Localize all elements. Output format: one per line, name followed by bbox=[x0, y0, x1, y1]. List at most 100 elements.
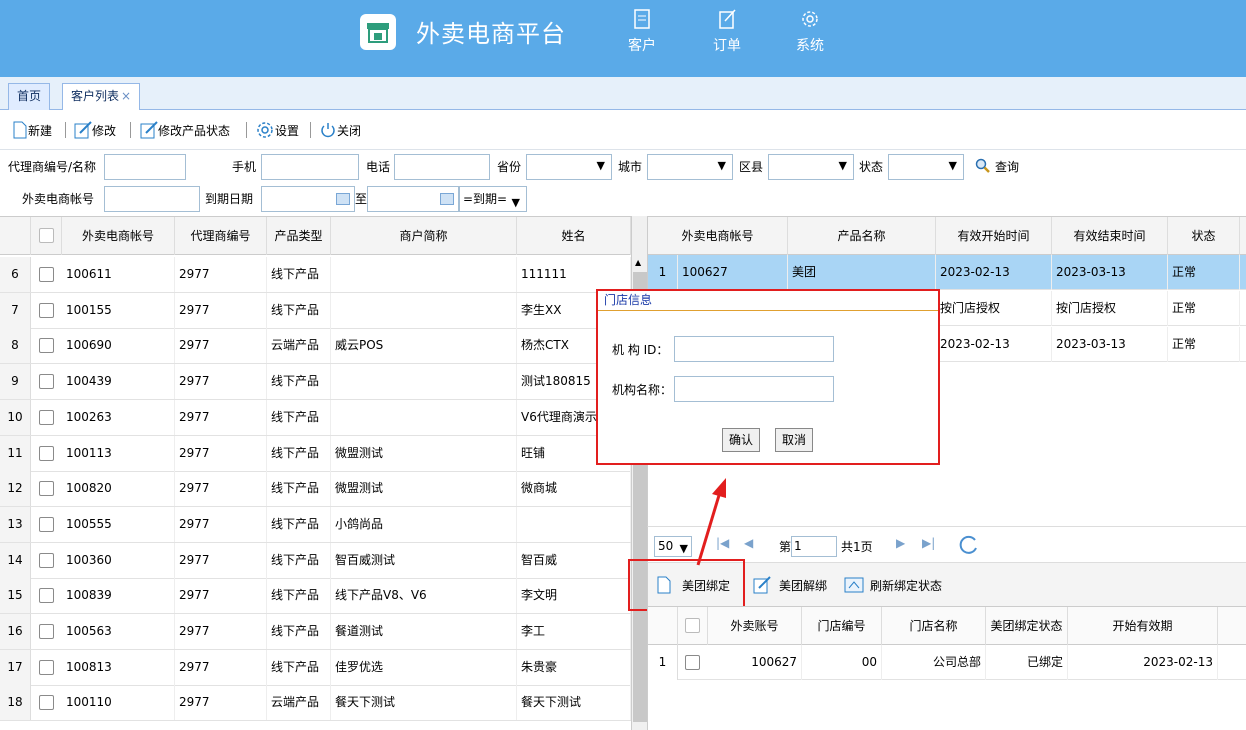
nav-order[interactable]: 订单 bbox=[702, 8, 752, 55]
row-checkbox[interactable] bbox=[685, 655, 700, 670]
table-row[interactable]: 10 100263 2977 线下产品 V6代理商演示 bbox=[0, 399, 631, 436]
city-select[interactable]: ▼ bbox=[647, 154, 733, 180]
col-store-no[interactable]: 门店编号 bbox=[802, 607, 882, 645]
org-name-input[interactable] bbox=[674, 376, 834, 402]
expire-op-select[interactable]: =到期= ▼ bbox=[459, 186, 527, 212]
page-number-input[interactable]: 1 bbox=[791, 536, 837, 557]
col-product-account[interactable]: 外卖电商帐号 bbox=[648, 217, 788, 255]
tab-customer-list[interactable]: 客户列表 × bbox=[62, 83, 141, 111]
select-all-checkbox[interactable] bbox=[39, 228, 54, 243]
table-row[interactable]: 15 100839 2977 线下产品 线下产品V8、V6 李文明 bbox=[0, 578, 631, 615]
settings-button[interactable]: 设置 bbox=[255, 120, 299, 140]
scroll-up-icon[interactable]: ▲ bbox=[635, 258, 641, 267]
table-row[interactable]: 9 100439 2977 线下产品 测试180815 bbox=[0, 364, 631, 401]
cell-bind-status: 已绑定 bbox=[986, 645, 1068, 680]
col-name[interactable]: 姓名 bbox=[517, 217, 631, 255]
edit-status-button[interactable]: 修改产品状态 bbox=[140, 120, 230, 140]
col-bind-status[interactable]: 美团绑定状态 bbox=[986, 607, 1068, 645]
agent-input[interactable] bbox=[104, 154, 186, 180]
query-button[interactable]: 查询 bbox=[975, 156, 1019, 176]
refresh-icon[interactable] bbox=[958, 534, 980, 556]
cancel-button[interactable]: 取消 bbox=[775, 428, 814, 452]
table-row[interactable]: 7 100155 2977 线下产品 李生XX bbox=[0, 292, 631, 329]
col-bind-account[interactable]: 外卖账号 bbox=[708, 607, 802, 645]
col-start[interactable]: 有效开始时间 bbox=[936, 217, 1052, 255]
row-checkbox[interactable] bbox=[39, 516, 54, 532]
expire-label: 到期日期 bbox=[205, 192, 254, 206]
row-number: 8 bbox=[0, 328, 31, 364]
refresh-bind-button[interactable]: 刷新绑定状态 bbox=[844, 575, 942, 595]
col-shop[interactable]: 商户简称 bbox=[331, 217, 517, 255]
status-select[interactable]: ▼ bbox=[888, 154, 964, 180]
table-row[interactable]: 11 100113 2977 线下产品 微盟测试 旺铺 bbox=[0, 435, 631, 472]
row-checkbox[interactable] bbox=[39, 302, 54, 318]
next-page-icon[interactable]: ▶ bbox=[896, 536, 905, 550]
table-row[interactable]: 8 100690 2977 云端产品 威云POS 杨杰CTX bbox=[0, 328, 631, 365]
row-checkbox[interactable] bbox=[39, 374, 54, 390]
select-all-checkbox[interactable] bbox=[685, 618, 700, 633]
edit-button[interactable]: 修改 bbox=[74, 120, 116, 140]
gear-icon bbox=[257, 122, 273, 138]
new-button[interactable]: 新建 bbox=[12, 120, 52, 140]
table-row[interactable]: 1 100627 00 公司总部 已绑定 2023-02-13 bbox=[648, 645, 1246, 680]
cell-name: 餐天下测试 bbox=[517, 685, 631, 721]
app-header: 外卖电商平台 客户 订单 系统 bbox=[0, 0, 1246, 77]
close-button[interactable]: 关闭 bbox=[319, 120, 361, 140]
last-page-icon[interactable]: ▶| bbox=[922, 536, 935, 550]
confirm-button[interactable]: 确认 bbox=[722, 428, 761, 452]
row-checkbox[interactable] bbox=[39, 338, 54, 354]
row-checkbox[interactable] bbox=[39, 409, 54, 425]
table-row[interactable]: 12 100820 2977 线下产品 微盟测试 微商城 bbox=[0, 471, 631, 508]
close-icon[interactable]: × bbox=[121, 89, 131, 103]
col-account[interactable]: 外卖电商帐号 bbox=[62, 217, 175, 255]
row-checkbox[interactable] bbox=[39, 552, 54, 568]
bind-table-header: 外卖账号 门店编号 门店名称 美团绑定状态 开始有效期 bbox=[648, 607, 1246, 645]
province-select[interactable]: ▼ bbox=[526, 154, 612, 180]
table-row[interactable]: 13 100555 2977 线下产品 小鸽尚品 bbox=[0, 506, 631, 543]
table-row[interactable]: 18 100110 2977 云端产品 餐天下测试 餐天下测试 bbox=[0, 685, 631, 722]
cell-type: 线下产品 bbox=[267, 614, 331, 649]
table-row[interactable]: 6 100611 2977 线下产品 111111 bbox=[0, 257, 631, 293]
col-status[interactable]: 状态 bbox=[1168, 217, 1240, 255]
row-checkbox[interactable] bbox=[39, 624, 54, 639]
expire-start-input[interactable] bbox=[261, 186, 355, 212]
nav-system[interactable]: 系统 bbox=[785, 8, 835, 55]
meituan-unbind-button[interactable]: 美团解绑 bbox=[753, 575, 827, 595]
org-id-label: 机 构 ID： bbox=[612, 343, 669, 357]
cell-agent: 2977 bbox=[175, 614, 267, 649]
account-input[interactable] bbox=[104, 186, 200, 212]
col-type[interactable]: 产品类型 bbox=[267, 217, 331, 255]
row-checkbox[interactable] bbox=[39, 267, 54, 282]
phone-input[interactable] bbox=[261, 154, 359, 180]
cell-account: 100839 bbox=[62, 578, 175, 614]
table-row[interactable]: 1 100627 美团 2023-02-13 2023-03-13 正常 bbox=[648, 255, 1246, 290]
status-label: 状态 bbox=[859, 160, 884, 174]
row-checkbox[interactable] bbox=[39, 659, 54, 675]
district-select[interactable]: ▼ bbox=[768, 154, 854, 180]
nav-customer[interactable]: 客户 bbox=[617, 8, 667, 55]
prev-page-icon[interactable]: ◀ bbox=[744, 536, 753, 550]
org-id-input[interactable] bbox=[674, 336, 834, 362]
edit-icon bbox=[74, 121, 92, 139]
col-product-name[interactable]: 产品名称 bbox=[788, 217, 936, 255]
col-store-name[interactable]: 门店名称 bbox=[882, 607, 986, 645]
row-checkbox[interactable] bbox=[39, 695, 54, 711]
row-checkbox[interactable] bbox=[39, 445, 54, 461]
row-number: 16 bbox=[0, 614, 31, 649]
cell-shop: 线下产品V8、V6 bbox=[331, 578, 517, 614]
tab-home[interactable]: 首页 bbox=[8, 83, 51, 110]
page-size-select[interactable]: 50 ▼ bbox=[654, 536, 692, 557]
filter-panel: 代理商编号/名称 手机 电话 省份 ▼ 城市 ▼ 区县 ▼ 状态 ▼ 查询 外卖… bbox=[0, 150, 1246, 216]
row-checkbox[interactable] bbox=[39, 481, 54, 497]
row-checkbox[interactable] bbox=[39, 588, 54, 604]
tel-input[interactable] bbox=[394, 154, 490, 180]
col-bind-start[interactable]: 开始有效期 bbox=[1068, 607, 1218, 645]
expire-end-input[interactable] bbox=[367, 186, 459, 212]
table-row[interactable]: 14 100360 2977 线下产品 智百威测试 智百威 bbox=[0, 542, 631, 579]
table-row[interactable]: 16 100563 2977 线下产品 餐道测试 李工 bbox=[0, 614, 631, 650]
col-agent[interactable]: 代理商编号 bbox=[175, 217, 267, 255]
city-label: 城市 bbox=[618, 160, 643, 174]
cell-account: 100690 bbox=[62, 328, 175, 364]
col-end[interactable]: 有效结束时间 bbox=[1052, 217, 1168, 255]
table-row[interactable]: 17 100813 2977 线下产品 佳罗优选 朱贵豪 bbox=[0, 649, 631, 686]
